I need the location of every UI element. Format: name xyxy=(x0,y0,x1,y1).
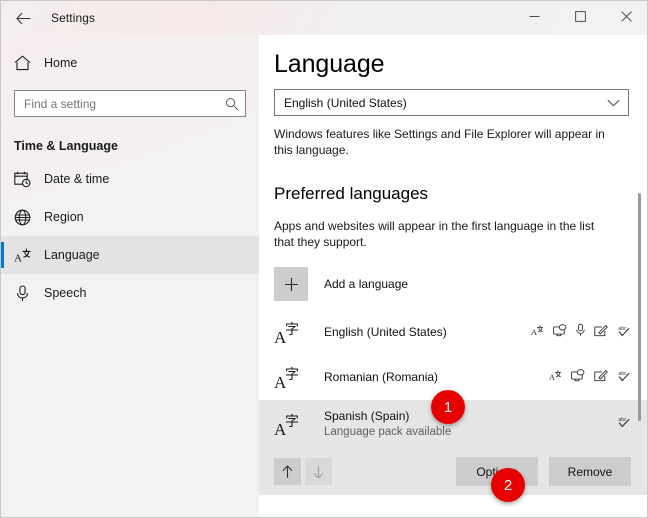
add-language-button[interactable]: Add a language xyxy=(274,266,647,302)
back-button[interactable] xyxy=(1,2,45,34)
close-button[interactable] xyxy=(603,1,647,32)
language-name: Romanian (Romania) xyxy=(324,370,439,384)
title-bar-left: Settings xyxy=(1,1,95,35)
language-icon: A xyxy=(14,247,44,264)
language-script-icon: A 字 xyxy=(274,319,308,346)
sidebar-group-title: Time & Language xyxy=(14,139,118,153)
settings-window: Settings Home Find a setting Time & Lang… xyxy=(0,0,648,518)
preferred-languages-note: Apps and websites will appear in the fir… xyxy=(274,219,595,249)
speech-icon xyxy=(576,323,585,342)
language-text-block: English (United States) xyxy=(324,325,531,340)
chevron-down-icon xyxy=(607,94,620,112)
language-list-item[interactable]: A 字 English (United States) A abc xyxy=(259,310,647,355)
spellcheck-icon: abc xyxy=(617,415,631,433)
display-language-icon xyxy=(571,368,585,387)
display-language-note: Windows features like Settings and File … xyxy=(274,127,605,157)
sidebar-item-label: Region xyxy=(44,210,84,224)
sidebar-item-date-time[interactable]: Date & time xyxy=(1,160,259,198)
scrollbar-thumb[interactable] xyxy=(638,193,641,421)
svg-text:abc: abc xyxy=(618,417,627,423)
home-icon xyxy=(14,55,44,71)
main-content: Language English (United States) Windows… xyxy=(259,35,647,517)
maximize-icon xyxy=(574,11,586,22)
remove-button[interactable]: Remove xyxy=(549,457,631,486)
sidebar-item-label: Speech xyxy=(44,286,87,300)
language-script-icon: A 字 xyxy=(274,364,308,391)
language-feature-icons: A abc xyxy=(549,368,631,387)
minimize-icon xyxy=(529,16,539,17)
close-icon xyxy=(620,11,632,22)
display-language-value: English (United States) xyxy=(284,95,407,110)
sidebar-home-label: Home xyxy=(44,56,78,70)
language-script-icon: A 字 xyxy=(274,411,308,438)
minimize-button[interactable] xyxy=(511,1,557,32)
globe-icon xyxy=(14,209,44,226)
preferred-languages-title: Preferred languages xyxy=(274,184,429,203)
display-language-dropdown[interactable]: English (United States) xyxy=(274,89,629,116)
sidebar-item-language[interactable]: A Language xyxy=(1,236,259,274)
language-name: Spanish (Spain) xyxy=(324,408,410,423)
sidebar-item-label: Date & time xyxy=(44,172,110,186)
arrow-down-icon xyxy=(313,465,324,479)
sidebar-item-region[interactable]: Region xyxy=(1,198,259,236)
move-down-button[interactable] xyxy=(305,458,332,485)
svg-text:A: A xyxy=(549,373,555,382)
handwriting-icon xyxy=(594,369,608,387)
handwriting-icon xyxy=(594,324,608,342)
language-pack-icon: A xyxy=(549,369,562,387)
display-language-icon xyxy=(553,323,567,342)
language-text-block: Spanish (Spain) Language pack available xyxy=(324,409,617,440)
back-arrow-icon xyxy=(15,12,30,24)
maximize-button[interactable] xyxy=(557,1,603,32)
window-controls xyxy=(511,1,647,32)
sidebar-item-speech[interactable]: Speech xyxy=(1,274,259,312)
language-status: Language pack available xyxy=(324,425,452,438)
spellcheck-icon: abc xyxy=(617,369,631,387)
svg-text:字: 字 xyxy=(285,414,299,430)
language-feature-icons: abc xyxy=(617,415,631,433)
svg-text:abc: abc xyxy=(618,370,627,376)
plus-icon xyxy=(274,267,308,301)
calendar-clock-icon xyxy=(14,171,44,188)
language-name: English (United States) xyxy=(324,325,447,339)
language-text-block: Romanian (Romania) xyxy=(324,370,549,385)
search-box[interactable] xyxy=(14,90,246,117)
svg-text:A: A xyxy=(14,252,22,264)
svg-text:abc: abc xyxy=(618,325,627,331)
add-language-label: Add a language xyxy=(324,277,409,291)
page-title: Language xyxy=(274,50,385,78)
search-input[interactable] xyxy=(24,96,225,111)
callout-badge-2: 2 xyxy=(491,468,525,502)
selection-indicator xyxy=(1,242,4,268)
language-pack-icon: A xyxy=(531,324,544,342)
svg-text:字: 字 xyxy=(285,367,299,383)
title-bar: Settings xyxy=(1,1,647,35)
language-feature-icons: A abc xyxy=(531,323,631,342)
language-action-bar: Options Remove xyxy=(259,448,647,495)
callout-badge-1: 1 xyxy=(431,390,465,424)
svg-text:A: A xyxy=(531,328,537,337)
move-up-button[interactable] xyxy=(274,458,301,485)
sidebar-item-label: Language xyxy=(44,248,100,262)
spellcheck-icon: abc xyxy=(617,324,631,342)
scrollbar-track[interactable] xyxy=(638,35,645,517)
sidebar-item-home[interactable]: Home xyxy=(1,44,259,82)
svg-text:字: 字 xyxy=(285,322,299,338)
window-title: Settings xyxy=(51,11,96,25)
arrow-up-icon xyxy=(282,464,293,478)
search-icon xyxy=(225,97,239,111)
microphone-icon xyxy=(14,284,44,302)
sidebar: Home Time & Language xyxy=(1,35,259,517)
